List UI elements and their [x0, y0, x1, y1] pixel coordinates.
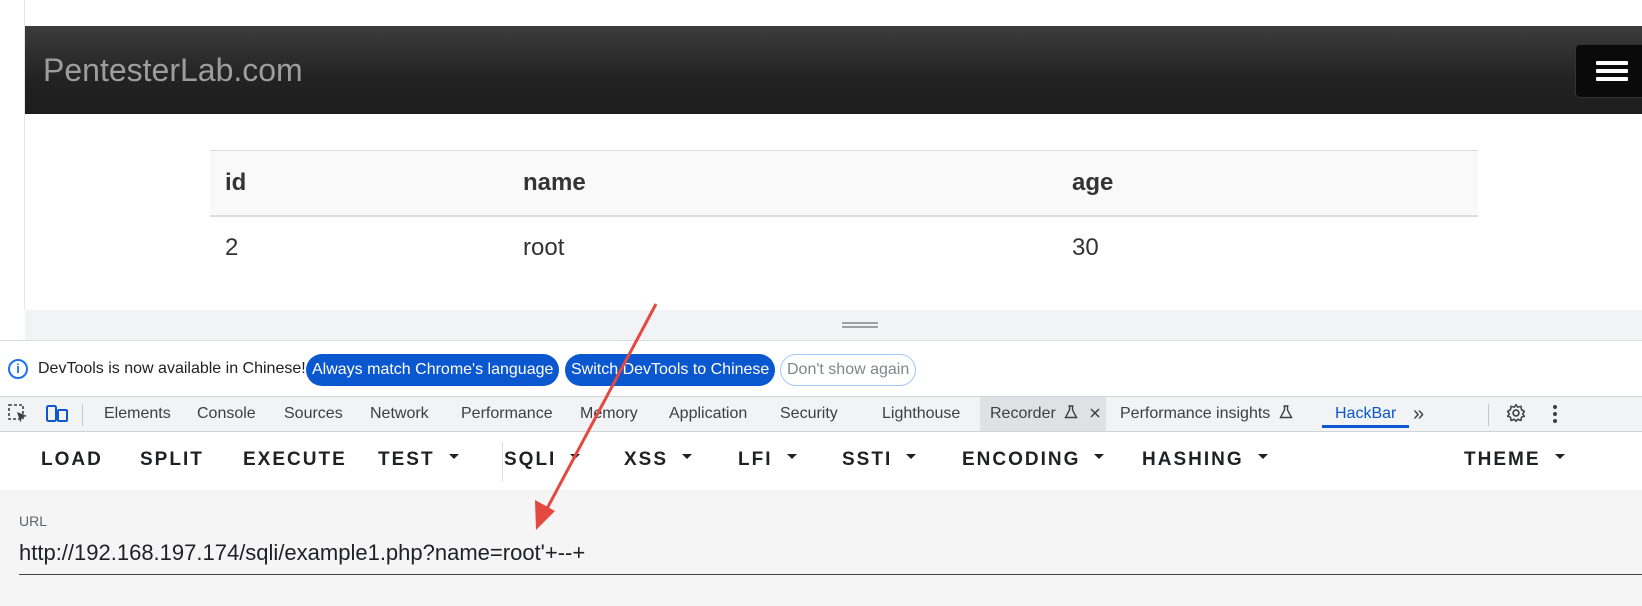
- info-icon: i: [8, 359, 28, 379]
- tab-sources[interactable]: Sources: [284, 397, 343, 431]
- devtools-resize-handle[interactable]: [25, 310, 1642, 340]
- cell-name: root: [523, 234, 565, 261]
- hackbar-toolbar: LOAD SPLIT EXECUTE TEST SQLI XSS LFI SST…: [0, 432, 1642, 490]
- header-id: id: [210, 150, 508, 217]
- cell-id: 2: [225, 234, 239, 261]
- more-options-icon[interactable]: [1544, 404, 1566, 424]
- navbar: PentesterLab.com: [25, 26, 1642, 114]
- cell-age: 30: [1072, 234, 1099, 261]
- match-language-button[interactable]: Always match Chrome's language: [306, 354, 560, 386]
- tab-hackbar[interactable]: HackBar: [1322, 397, 1409, 428]
- settings-gear-icon[interactable]: [1505, 403, 1527, 423]
- devtools-panel: i DevTools is now available in Chinese! …: [0, 310, 1642, 606]
- caret-down-icon: [570, 454, 581, 460]
- encoding-menu-button[interactable]: ENCODING: [962, 449, 1105, 471]
- tab-performance-insights[interactable]: Performance insights: [1120, 397, 1293, 431]
- caret-down-icon: [448, 454, 459, 460]
- header-name: name: [508, 150, 1057, 217]
- hamburger-icon: [1596, 61, 1628, 65]
- url-label: URL: [19, 513, 48, 529]
- tab-performance[interactable]: Performance: [461, 397, 553, 431]
- table-header-row: id name age: [210, 150, 1478, 217]
- tab-memory[interactable]: Memory: [580, 397, 638, 431]
- devtools-tabbar: Elements Console Sources Network Perform…: [0, 396, 1642, 432]
- tab-network[interactable]: Network: [370, 397, 429, 431]
- xss-menu-button[interactable]: XSS: [624, 449, 693, 471]
- menu-toggle-button[interactable]: [1575, 44, 1642, 98]
- theme-menu-button[interactable]: THEME: [1464, 449, 1565, 471]
- split-button[interactable]: SPLIT: [140, 449, 204, 471]
- infobar-message: DevTools is now available in Chinese!: [38, 360, 306, 377]
- caret-down-icon: [1094, 454, 1105, 460]
- experiment-flask-icon: [1279, 405, 1293, 419]
- load-button[interactable]: LOAD: [41, 449, 103, 471]
- caret-down-icon: [1554, 454, 1565, 460]
- hamburger-icon-bar: [1596, 69, 1628, 73]
- language-infobar: i DevTools is now available in Chinese! …: [0, 340, 1642, 397]
- url-panel: URL http://192.168.197.174/sqli/example1…: [0, 490, 1642, 606]
- inspect-element-icon[interactable]: [8, 404, 30, 424]
- dont-show-again-button[interactable]: Don't show again: [780, 354, 917, 386]
- header-age: age: [1057, 150, 1478, 217]
- encoding-label: ENCODING: [962, 449, 1081, 470]
- url-underline: [19, 574, 1642, 575]
- url-input[interactable]: http://192.168.197.174/sqli/example1.php…: [19, 540, 585, 566]
- xss-label: XSS: [624, 449, 669, 470]
- test-menu-button[interactable]: TEST: [378, 449, 459, 471]
- caret-down-icon: [906, 454, 917, 460]
- tab-elements[interactable]: Elements: [104, 397, 171, 431]
- sqli-label: SQLI: [504, 449, 557, 470]
- webpage: PentesterLab.com id name age 2 root 30: [0, 0, 1642, 310]
- lfi-label: LFI: [738, 449, 773, 470]
- tab-separator: [1488, 404, 1489, 426]
- execute-button[interactable]: EXECUTE: [243, 449, 347, 471]
- tab-security[interactable]: Security: [780, 397, 838, 431]
- sqli-menu-button[interactable]: SQLI: [504, 449, 581, 471]
- drag-grip-icon: [842, 322, 878, 328]
- tab-lighthouse[interactable]: Lighthouse: [882, 397, 960, 431]
- hamburger-icon-bar: [1596, 77, 1628, 81]
- more-tabs-icon[interactable]: »: [1413, 397, 1424, 431]
- hashing-label: HASHING: [1142, 449, 1244, 470]
- results-table: id name age 2 root 30: [210, 150, 1478, 279]
- caret-down-icon: [1257, 454, 1268, 460]
- caret-down-icon: [786, 454, 797, 460]
- ssti-menu-button[interactable]: SSTI: [842, 449, 917, 471]
- lfi-menu-button[interactable]: LFI: [738, 449, 797, 471]
- table-row: 2 root 30: [210, 216, 1478, 279]
- tab-application[interactable]: Application: [669, 397, 747, 431]
- test-label: TEST: [378, 449, 435, 470]
- device-toolbar-icon[interactable]: [46, 404, 68, 424]
- experiment-flask-icon: [1064, 405, 1078, 419]
- theme-label: THEME: [1464, 449, 1541, 470]
- tab-console[interactable]: Console: [197, 397, 256, 431]
- toolbar-separator: [502, 442, 503, 482]
- tab-recorder-label: Recorder: [990, 405, 1056, 422]
- switch-language-button[interactable]: Switch DevTools to Chinese: [565, 354, 776, 386]
- tab-separator: [82, 404, 83, 426]
- ssti-label: SSTI: [842, 449, 893, 470]
- tab-recorder[interactable]: Recorder: [980, 397, 1106, 431]
- brand-link[interactable]: PentesterLab.com: [43, 52, 303, 89]
- tab-performance-insights-label: Performance insights: [1120, 405, 1271, 422]
- caret-down-icon: [682, 454, 693, 460]
- hashing-menu-button[interactable]: HASHING: [1142, 449, 1268, 471]
- close-icon[interactable]: [1089, 407, 1101, 419]
